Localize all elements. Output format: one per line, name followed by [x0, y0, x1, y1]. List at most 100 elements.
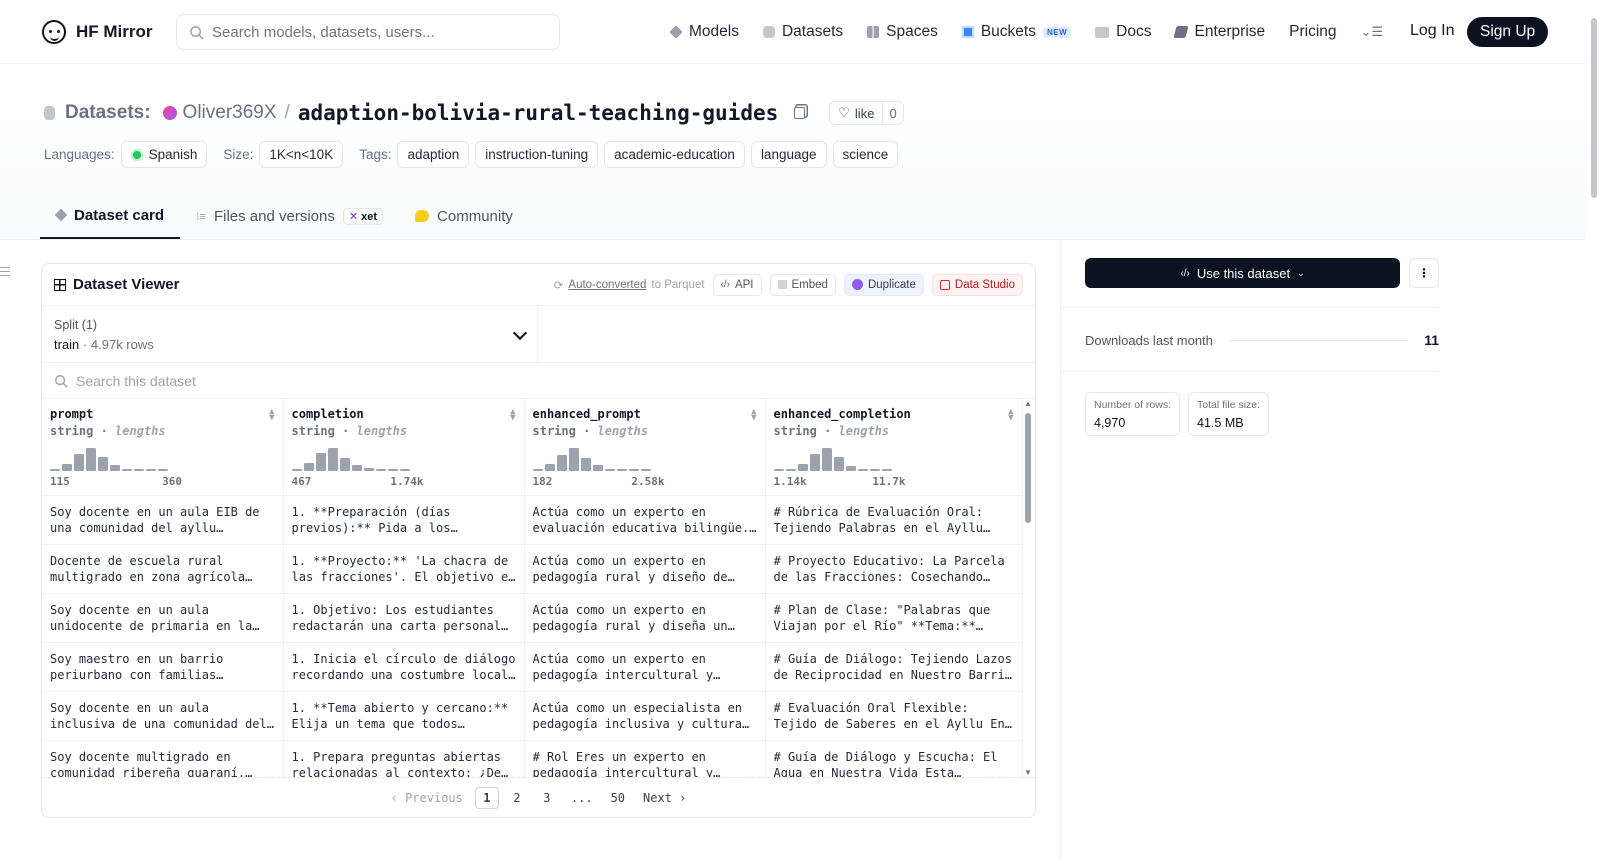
sort-icon[interactable]: ▲ ▼ [269, 408, 274, 423]
size-chip[interactable]: 1K<n<10K [259, 141, 344, 168]
scroll-down-icon[interactable]: ▼ [1024, 768, 1032, 777]
nav-pricing[interactable]: Pricing [1289, 18, 1336, 46]
column-header[interactable]: prompt string · lengths 115 360 ▲ ▼ [42, 399, 284, 496]
histogram-bar [339, 458, 350, 471]
table-cell[interactable]: # Guía de Diálogo y Escucha: El Agua en … [765, 740, 1023, 777]
owner-link[interactable]: Oliver369X [183, 102, 277, 124]
page-button[interactable]: 3 [535, 787, 559, 809]
table-cell[interactable]: Actúa como un experto en pedagogía rural… [524, 544, 766, 594]
search-input[interactable] [212, 23, 542, 41]
table-cell[interactable]: # Guía de Diálogo: Tejiendo Lazos de Rec… [765, 642, 1023, 692]
table-row[interactable]: Soy docente en un aula inclusiva de una … [42, 691, 1023, 741]
tag-chip[interactable]: adaption [397, 141, 470, 168]
signup-button[interactable]: Sign Up [1467, 17, 1549, 47]
tag-chip[interactable]: instruction-tuning [475, 141, 599, 168]
page-button[interactable]: 2 [505, 787, 529, 809]
table-cell[interactable]: Soy docente multigrado en comunidad ribe… [42, 740, 284, 777]
tab-files[interactable]: ⁝≡ Files and versions ✕ xet [180, 193, 399, 239]
tag-chip[interactable]: science [832, 141, 899, 168]
login-link[interactable]: Log In [1410, 22, 1454, 40]
table-cell[interactable]: 1. **Preparación (días previos):** Pida … [283, 495, 525, 545]
page-button[interactable]: 1 [474, 786, 499, 809]
histogram-bar [134, 469, 144, 471]
brand-logo[interactable]: HF Mirror [42, 20, 153, 44]
nav-more-menu[interactable]: ⌄☰ [1361, 18, 1384, 46]
table-cell[interactable]: # Evaluación Oral Flexible: Tejido de Sa… [765, 691, 1023, 741]
table-cell[interactable]: Actúa como un especialista en pedagogía … [524, 691, 766, 741]
cube-icon [669, 25, 683, 39]
table-row[interactable]: Soy docente en un aula EIB de una comuni… [42, 495, 1023, 545]
use-dataset-button[interactable]: ‹/› Use this dataset ⌄ [1085, 258, 1400, 288]
sort-icon[interactable]: ▲ ▼ [510, 408, 515, 423]
split-row: Split (1) train · 4.97k rows [42, 306, 1035, 363]
table-cell[interactable]: Soy docente en un aula unidocente de pri… [42, 593, 284, 643]
datasets-prefix[interactable]: Datasets: [65, 102, 151, 124]
like-button[interactable]: ♡ like 0 [829, 101, 904, 125]
table-cell[interactable]: 1. Inicia el círculo de diálogo recordan… [283, 642, 525, 692]
histogram-bar [363, 468, 374, 471]
scroll-thumb[interactable] [1025, 413, 1031, 523]
api-button[interactable]: ‹/› API [712, 273, 762, 296]
table-cell[interactable]: 1. Prepara preguntas abiertas relacionad… [283, 740, 525, 777]
split-selector[interactable]: Split (1) train · 4.97k rows [42, 306, 538, 362]
nav-models[interactable]: Models [669, 18, 739, 46]
duplicate-button[interactable]: Duplicate [843, 273, 924, 296]
menu-icon: ⌄☰ [1360, 24, 1384, 39]
table-row[interactable]: Docente de escuela rural multigrado en z… [42, 544, 1023, 594]
next-page-button[interactable]: Next › [637, 787, 692, 809]
more-options-icon[interactable]: ⋮ [1409, 258, 1439, 288]
column-header[interactable]: enhanced_completion string · lengths 1.14k… [765, 399, 1023, 496]
tab-dataset-card[interactable]: Dataset card [40, 193, 181, 239]
viewer-search[interactable]: Search this dataset [42, 363, 1035, 399]
table-cell[interactable]: Soy docente en un aula inclusiva de una … [42, 691, 284, 741]
nav-docs[interactable]: Docs [1095, 18, 1151, 46]
page-scrollbar[interactable] [1588, 0, 1600, 861]
auto-converted-link[interactable]: Auto-converted [568, 279, 646, 291]
table-cell[interactable]: Soy docente en un aula EIB de una comuni… [42, 495, 284, 545]
sort-icon[interactable]: ▲ ▼ [751, 408, 756, 423]
sort-icon[interactable]: ▲ ▼ [1008, 408, 1013, 423]
previous-page-button[interactable]: ‹ Previous [385, 787, 469, 809]
table-row[interactable]: Soy maestro en un barrio periurbano con … [42, 642, 1023, 692]
page-scroll-thumb[interactable] [1591, 18, 1597, 198]
column-header[interactable]: enhanced_prompt string · lengths 182 2.58k ▲… [524, 399, 766, 496]
table-cell[interactable]: # Rol Eres un experto en pedagogía inter… [524, 740, 766, 777]
table-cell[interactable]: Actúa como un experto en pedagogía inter… [524, 642, 766, 692]
data-studio-button[interactable]: Data Studio [931, 273, 1023, 296]
page-button[interactable]: 50 [605, 787, 631, 809]
table-cell[interactable]: # Rúbrica de Evaluación Oral: Tejiendo P… [765, 495, 1023, 545]
column-header[interactable]: completion string · lengths 467 1.74k ▲ ▼ [283, 399, 525, 496]
tab-community[interactable]: Community [399, 193, 529, 239]
nav-enterprise[interactable]: Enterprise [1173, 18, 1265, 46]
search-icon [190, 25, 204, 40]
embed-button[interactable]: Embed [769, 273, 836, 296]
nav-datasets[interactable]: Datasets [762, 18, 843, 46]
scroll-up-icon[interactable]: ▲ [1024, 399, 1032, 408]
table-cell[interactable]: 1. **Tema abierto y cercano:** Elija un … [283, 691, 525, 741]
table-cell[interactable]: Actúa como un experto en pedagogía rural… [524, 593, 766, 643]
bucket-icon [961, 26, 974, 38]
tag-chip[interactable]: language [750, 141, 827, 168]
table-cell[interactable]: Soy maestro en un barrio periurbano con … [42, 642, 284, 692]
table-cell[interactable]: # Plan de Clase: "Palabras que Viajan po… [765, 593, 1023, 643]
global-search[interactable] [176, 14, 560, 50]
table-cell[interactable]: Docente de escuela rural multigrado en z… [42, 544, 284, 594]
sidebar-toggle-icon[interactable]: — — — [0, 263, 10, 281]
tag-chip[interactable]: academic-education [604, 141, 745, 168]
viewer-search-input[interactable]: Search this dataset [76, 373, 196, 389]
table-row[interactable]: Soy docente multigrado en comunidad ribe… [42, 740, 1023, 777]
table-row[interactable]: Soy docente en un aula unidocente de pri… [42, 593, 1023, 643]
table-cell[interactable]: 1. Objetivo: Los estudiantes redactarán … [283, 593, 525, 643]
table-scrollbar[interactable]: ▲ ▼ [1023, 399, 1033, 777]
copy-icon[interactable] [794, 107, 806, 119]
dataset-name[interactable]: adaption-bolivia-rural-teaching-guides [298, 101, 778, 125]
nav-buckets[interactable]: Buckets NEW [961, 18, 1072, 46]
histogram-bar [327, 448, 338, 471]
nav-spaces[interactable]: Spaces [867, 18, 938, 46]
divider [1061, 371, 1439, 372]
table-cell[interactable]: # Proyecto Educativo: La Parcela de las … [765, 544, 1023, 594]
file-size-stat: Total file size: 41.5 MB [1188, 392, 1270, 436]
language-chip[interactable]: Spanish [120, 141, 208, 168]
table-cell[interactable]: 1. **Proyecto:** 'La chacra de las fracc… [283, 544, 525, 594]
table-cell[interactable]: Actúa como un experto en evaluación educ… [524, 495, 766, 545]
